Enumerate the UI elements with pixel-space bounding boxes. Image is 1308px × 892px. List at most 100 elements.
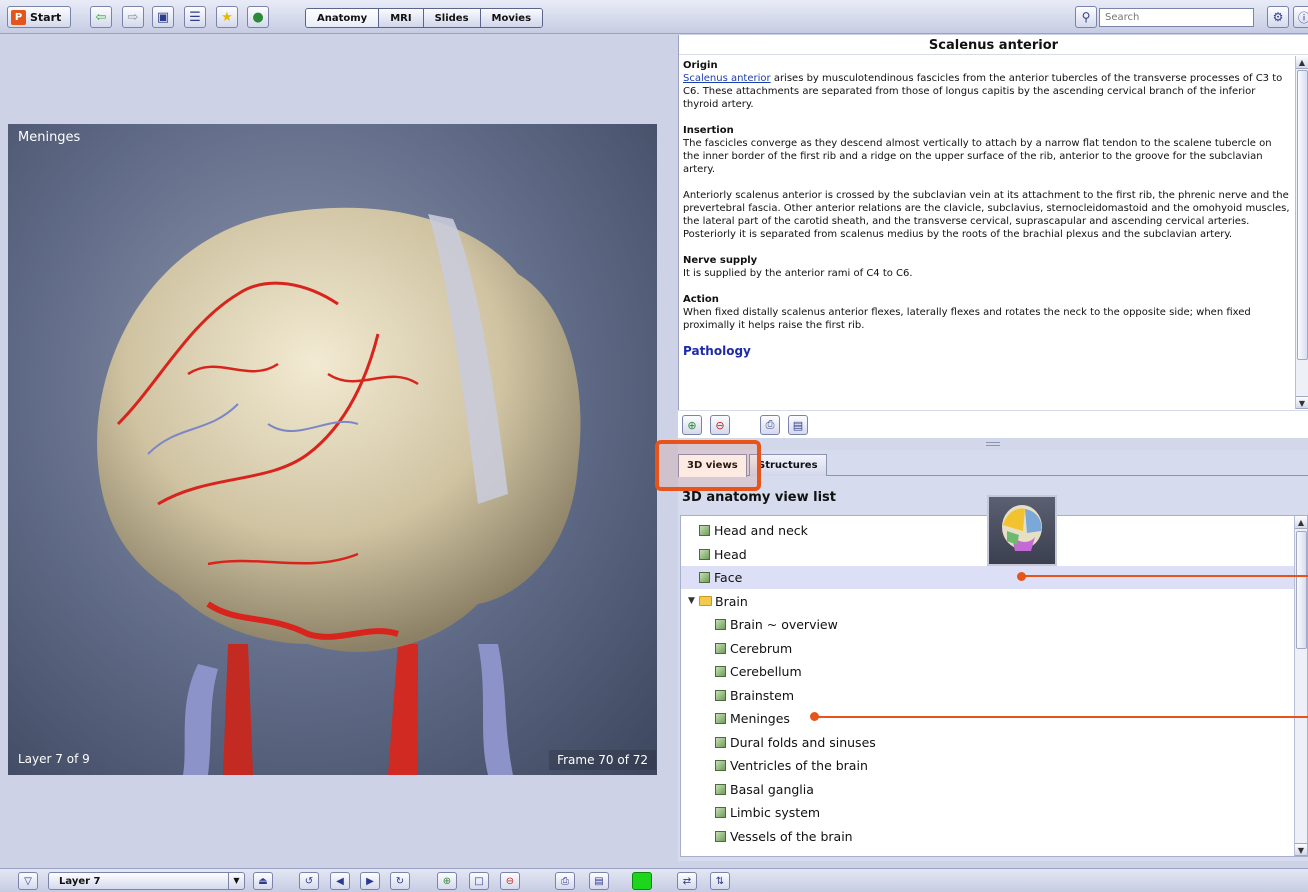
list-item[interactable]: Cerebellum bbox=[681, 660, 1295, 683]
search-button[interactable]: ⚲ bbox=[1075, 6, 1097, 28]
start-label: Start bbox=[30, 10, 62, 24]
article-panel: Scalenus anterior Origin Scalenus anteri… bbox=[678, 35, 1308, 410]
list-item[interactable]: Cerebrum bbox=[681, 637, 1295, 660]
view-thumbnail-icon bbox=[715, 642, 726, 654]
relations-text: Anteriorly scalenus anterior is crossed … bbox=[683, 190, 1290, 240]
tab-highlight-annotation bbox=[655, 440, 761, 491]
splitter-grip-icon[interactable] bbox=[986, 442, 1000, 446]
scroll-down-icon[interactable]: ▼ bbox=[1296, 396, 1308, 409]
list-item[interactable]: Vessels of the brain bbox=[681, 825, 1295, 848]
back-arrow-button[interactable]: ⇦ bbox=[90, 6, 112, 28]
scalenus-anterior-link[interactable]: Scalenus anterior bbox=[683, 73, 771, 84]
window-button[interactable]: ▣ bbox=[152, 6, 174, 28]
tab-anatomy[interactable]: Anatomy bbox=[306, 9, 380, 27]
skull-thumbnail-preview bbox=[987, 495, 1057, 566]
layer-indicator: Layer 7 of 9 bbox=[18, 752, 90, 766]
expand-triangle-icon[interactable]: ▼ bbox=[688, 596, 699, 606]
top-toolbar: P Start ⇦ ⇨ ▣ ☰ ★ ● Anatomy MRI Slides M… bbox=[0, 0, 1308, 34]
save-model-button[interactable]: ▤ bbox=[589, 872, 609, 890]
3d-model-viewer[interactable]: Meninges Layer 7 of 9 Frame 70 of 72 bbox=[8, 124, 657, 775]
list-item[interactable]: Limbic system bbox=[681, 801, 1295, 824]
view-thumbnail-icon bbox=[699, 548, 710, 560]
insertion-heading: Insertion bbox=[683, 125, 734, 136]
layer-select[interactable]: Layer 7 ▼ bbox=[48, 872, 245, 890]
skull-model-illustration bbox=[97, 207, 581, 775]
list-scrollbar[interactable]: ▲ ▼ bbox=[1294, 516, 1307, 856]
zoom-out-icon: ⊖ bbox=[505, 875, 515, 887]
globe-icon: ● bbox=[252, 9, 264, 25]
start-button[interactable]: P Start bbox=[7, 6, 71, 28]
zoom-in-icon: ⊕ bbox=[442, 875, 452, 887]
list-item[interactable]: Dural folds and sinuses bbox=[681, 731, 1295, 754]
list-scroll-up-icon[interactable]: ▲ bbox=[1295, 516, 1307, 529]
search-input[interactable] bbox=[1099, 8, 1254, 27]
star-icon: ★ bbox=[221, 9, 233, 25]
tab-mri[interactable]: MRI bbox=[379, 9, 424, 27]
view-thumbnail-icon bbox=[715, 830, 726, 842]
list-item[interactable]: Basal ganglia bbox=[681, 778, 1295, 801]
list-item[interactable]: Meninges bbox=[681, 707, 1295, 730]
print-icon: ⎙ bbox=[765, 418, 775, 431]
origin-text: arises by musculotendinous fascicles fro… bbox=[683, 73, 1283, 110]
nerve-heading: Nerve supply bbox=[683, 255, 758, 266]
article-scrollbar[interactable]: ▲ ▼ bbox=[1295, 56, 1308, 409]
panel-splitter[interactable] bbox=[678, 438, 1308, 450]
list-item-label: Cerebrum bbox=[730, 640, 793, 656]
bottom-toolbar: ▽ Layer 7 ▼ ⏏ ↺ ◀ ▶ ↻ ⊕ □ ⊖ ⎙ ▤ ⇄ ⇅ bbox=[0, 868, 1308, 892]
window-icon: ▣ bbox=[156, 9, 170, 25]
zoom-in-model-button[interactable]: ⊕ bbox=[437, 872, 457, 890]
list-item-label: Head bbox=[714, 546, 747, 562]
swap-button[interactable]: ⇄ bbox=[677, 872, 697, 890]
insertion-text: The fascicles converge as they descend a… bbox=[683, 138, 1272, 175]
color-swatch-button[interactable] bbox=[632, 872, 652, 890]
forward-arrow-button[interactable]: ⇨ bbox=[122, 6, 144, 28]
zoom-out-icon: ⊖ bbox=[715, 418, 725, 432]
list-icon: ☰ bbox=[189, 9, 201, 25]
article-body: Origin Scalenus anterior arises by muscu… bbox=[683, 59, 1291, 358]
forward-arrow-icon: ⇨ bbox=[127, 9, 139, 25]
settings-button[interactable]: ⚙ bbox=[1267, 6, 1289, 28]
list-item[interactable]: Face bbox=[681, 566, 1295, 589]
list-item-label: Limbic system bbox=[730, 805, 821, 820]
pathology-heading[interactable]: Pathology bbox=[683, 345, 1291, 358]
sort-button[interactable]: ⇅ bbox=[710, 872, 730, 890]
view-thumbnail-icon bbox=[715, 619, 726, 630]
list-item-label: Brainstem bbox=[730, 687, 795, 703]
search-icon: ⚲ bbox=[1081, 10, 1091, 24]
action-heading: Action bbox=[683, 294, 719, 305]
print-button[interactable]: ⎙ bbox=[760, 415, 780, 435]
scroll-thumb[interactable] bbox=[1297, 70, 1308, 360]
list-scroll-thumb[interactable] bbox=[1296, 531, 1307, 649]
list-item[interactable]: ▼ Brain bbox=[681, 590, 1295, 613]
fit-view-button[interactable]: □ bbox=[469, 872, 489, 890]
info-button[interactable]: ⓘ bbox=[1293, 6, 1308, 28]
zoom-out-model-button[interactable]: ⊖ bbox=[500, 872, 520, 890]
list-item[interactable]: Ventricles of the brain bbox=[681, 754, 1295, 777]
info-icon: ⓘ bbox=[1297, 10, 1308, 25]
favorites-button[interactable]: ★ bbox=[216, 6, 238, 28]
previous-frame-button[interactable]: ◀ bbox=[330, 872, 350, 890]
list-item[interactable]: Brainstem bbox=[681, 684, 1295, 707]
zoom-out-button[interactable]: ⊖ bbox=[710, 415, 730, 435]
rotate-left-button[interactable]: ↺ bbox=[299, 872, 319, 890]
list-item-label: Face bbox=[714, 570, 743, 585]
layer-menu-button[interactable]: ▽ bbox=[18, 872, 38, 890]
eject-button[interactable]: ⏏ bbox=[253, 872, 273, 890]
next-frame-button[interactable]: ▶ bbox=[360, 872, 380, 890]
save-button[interactable]: ▤ bbox=[788, 415, 808, 435]
layers-icon: ▽ bbox=[24, 875, 32, 887]
web-button[interactable]: ● bbox=[247, 6, 269, 28]
list-button[interactable]: ☰ bbox=[184, 6, 206, 28]
sort-icon: ⇅ bbox=[715, 875, 725, 887]
scroll-up-icon[interactable]: ▲ bbox=[1296, 56, 1308, 69]
zoom-in-button[interactable]: ⊕ bbox=[682, 415, 702, 435]
list-item-label: Brain bbox=[715, 593, 748, 609]
list-item[interactable]: Brain ~ overview bbox=[681, 613, 1295, 636]
article-title: Scalenus anterior bbox=[679, 35, 1308, 55]
rotate-right-button[interactable]: ↻ bbox=[390, 872, 410, 890]
print-model-button[interactable]: ⎙ bbox=[555, 872, 575, 890]
list-scroll-down-icon[interactable]: ▼ bbox=[1295, 843, 1307, 856]
primal-logo-icon: P bbox=[11, 9, 26, 25]
tab-movies[interactable]: Movies bbox=[480, 9, 543, 27]
tab-slides[interactable]: Slides bbox=[423, 9, 481, 27]
